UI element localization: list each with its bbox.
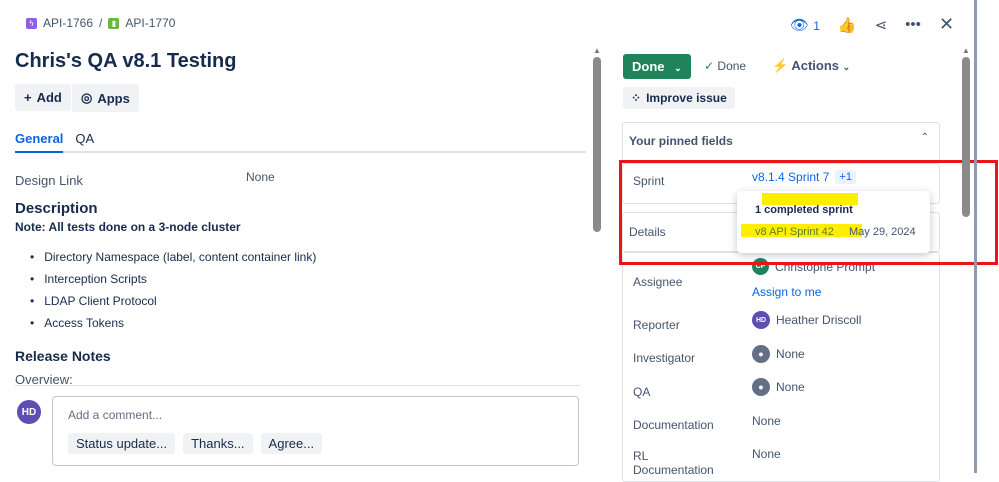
apps-icon: ◎ xyxy=(81,90,93,105)
improve-issue-button[interactable]: ⁘ Improve issue xyxy=(623,87,735,109)
user-icon: ● xyxy=(752,378,770,396)
tab-qa[interactable]: QA xyxy=(75,131,94,151)
breadcrumb-separator: / xyxy=(99,16,103,30)
rl-documentation-value[interactable]: None xyxy=(752,447,781,461)
actions-button[interactable]: ⚡ Actions ⌄ xyxy=(772,58,850,74)
thanks-button[interactable]: Thanks... xyxy=(183,433,253,454)
assignee-label: Assignee xyxy=(633,275,683,289)
reporter-value[interactable]: HD Heather Driscoll xyxy=(752,311,861,329)
share-icon[interactable]: ⋖ xyxy=(875,16,888,34)
avatar: HD xyxy=(752,311,770,329)
breadcrumb-parent[interactable]: API-1766 xyxy=(43,16,93,30)
investigator-value[interactable]: ● None xyxy=(752,345,805,363)
divider xyxy=(15,385,580,386)
apps-label: Apps xyxy=(97,90,130,106)
add-label: Add xyxy=(36,90,62,105)
right-scrollbar[interactable]: ▲ xyxy=(961,46,971,226)
tab-bar: General QA xyxy=(15,131,586,153)
qa-label: QA xyxy=(633,385,651,399)
reporter-name: Heather Driscoll xyxy=(776,313,862,327)
list-item: Access Tokens xyxy=(33,312,316,334)
tab-general[interactable]: General xyxy=(15,131,64,153)
chevron-down-icon: ⌄ xyxy=(842,62,851,72)
resolution: ✓ Done xyxy=(704,59,746,73)
breadcrumb: ϟ API-1766 / ▮ API-1770 xyxy=(26,16,175,30)
agree-button[interactable]: Agree... xyxy=(260,433,323,454)
qa-name: None xyxy=(776,380,805,394)
watch-button[interactable]: 👁 1 xyxy=(790,16,820,34)
design-link-value[interactable]: None xyxy=(246,170,275,184)
lightning-icon: ⚡ xyxy=(772,58,789,73)
description-heading: Description xyxy=(15,200,98,217)
sparkle-icon: ⁘ xyxy=(631,91,642,105)
pinned-fields-panel: Your pinned fields ⌃ xyxy=(622,122,940,164)
status-update-button[interactable]: Status update... xyxy=(68,433,176,454)
list-item: Directory Namespace (label, content cont… xyxy=(33,246,316,268)
documentation-label: Documentation xyxy=(633,418,714,432)
more-icon[interactable]: ••• xyxy=(905,16,921,33)
investigator-label: Investigator xyxy=(633,351,696,365)
user-icon: ● xyxy=(752,345,770,363)
release-notes-heading: Release Notes xyxy=(15,348,111,364)
chevron-down-icon: ⌄ xyxy=(674,63,682,73)
status-label: Done xyxy=(632,59,665,74)
add-button[interactable]: + Add xyxy=(15,84,71,111)
assign-to-me-link[interactable]: Assign to me xyxy=(752,285,821,299)
left-scrollbar[interactable]: ▲ xyxy=(592,46,602,246)
epic-icon: ϟ xyxy=(26,17,37,29)
breadcrumb-current[interactable]: API-1770 xyxy=(125,16,175,30)
plus-icon: + xyxy=(24,90,32,105)
list-item: LDAP Client Protocol xyxy=(33,290,316,312)
description-note: Note: All tests done on a 3-node cluster xyxy=(15,220,241,234)
avatar: HD xyxy=(17,400,41,424)
story-icon: ▮ xyxy=(108,17,120,29)
chevron-up-icon[interactable]: ⌃ xyxy=(921,132,929,143)
like-icon[interactable]: 👍 xyxy=(838,16,857,34)
list-item: Interception Scripts xyxy=(33,268,316,290)
design-link-label: Design Link xyxy=(15,173,83,188)
comment-input[interactable]: Add a comment... xyxy=(68,408,162,422)
actions-label: Actions xyxy=(791,58,839,73)
reporter-label: Reporter xyxy=(633,318,680,332)
qa-value[interactable]: ● None xyxy=(752,378,805,396)
status-button[interactable]: Done ⌄ xyxy=(623,54,691,79)
investigator-name: None xyxy=(776,347,805,361)
page-title: Chris's QA v8.1 Testing xyxy=(15,50,237,72)
check-icon: ✓ xyxy=(704,59,715,73)
pinned-heading[interactable]: Your pinned fields xyxy=(629,134,733,148)
documentation-value[interactable]: None xyxy=(752,414,781,428)
resolution-label: Done xyxy=(717,59,747,73)
apps-button[interactable]: ◎ Apps xyxy=(72,84,139,112)
close-icon[interactable]: ✕ xyxy=(939,14,954,35)
watch-count: 1 xyxy=(813,18,820,33)
improve-label: Improve issue xyxy=(646,91,727,105)
comment-box[interactable]: Add a comment... Status update... Thanks… xyxy=(52,396,579,466)
window-edge xyxy=(974,0,977,473)
annotation-box xyxy=(619,160,998,265)
description-list: Directory Namespace (label, content cont… xyxy=(33,246,316,334)
